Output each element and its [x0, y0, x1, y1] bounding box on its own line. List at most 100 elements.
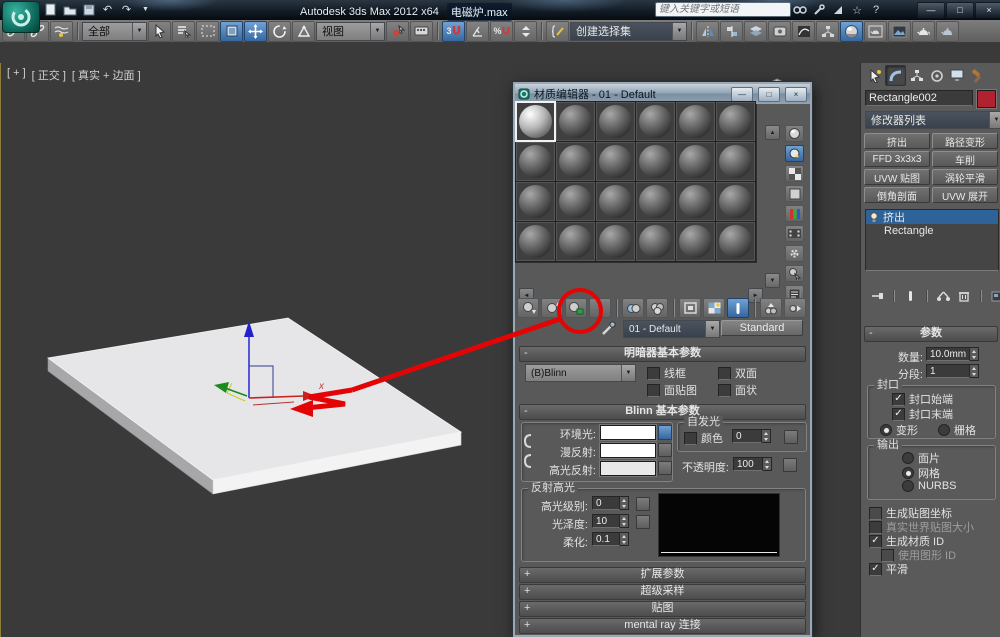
close-button[interactable]: × — [975, 2, 1000, 18]
show-end-result-icon[interactable] — [727, 298, 749, 318]
maps-rollout[interactable]: + 贴图 — [519, 601, 806, 617]
soften-spinner[interactable]: 0.1 — [592, 532, 629, 546]
sample-slot[interactable] — [675, 101, 716, 142]
opacity-spinner[interactable]: 100 — [733, 457, 772, 471]
search-input[interactable] — [655, 2, 791, 17]
dropdown-arrow-icon[interactable]: ▼ — [989, 112, 1000, 128]
nurbs-radio[interactable]: NURBS — [902, 480, 957, 492]
smooth-checkbox[interactable]: ✓ 平滑 — [869, 561, 908, 577]
help-icon[interactable]: ? — [868, 3, 884, 17]
go-to-parent-icon[interactable] — [760, 298, 782, 318]
opacity-map-button[interactable] — [783, 458, 797, 472]
object-color-swatch[interactable] — [977, 90, 996, 108]
self-illum-spinner[interactable]: 0 — [732, 429, 771, 443]
configure-modifier-sets-icon[interactable] — [989, 289, 1000, 303]
patch-radio[interactable]: 面片 — [902, 450, 940, 466]
supersampling-rollout[interactable]: + 超级采样 — [519, 584, 806, 600]
sample-slot[interactable] — [555, 101, 596, 142]
select-by-name-icon[interactable] — [172, 20, 195, 42]
undo-icon[interactable]: ↶ — [99, 2, 116, 17]
backlight-icon[interactable] — [785, 145, 804, 162]
sample-slot[interactable] — [515, 221, 556, 262]
tab-create-icon[interactable] — [865, 66, 884, 85]
sample-slot[interactable] — [595, 221, 636, 262]
sample-slot[interactable] — [635, 221, 676, 262]
cap-start-checkbox[interactable]: ✓ 封口始端 — [892, 391, 953, 407]
cap-end-checkbox[interactable]: ✓ 封口末端 — [892, 406, 953, 422]
sample-slot[interactable] — [515, 141, 556, 182]
material-type-button[interactable]: Standard — [721, 320, 803, 336]
favorites-star-icon[interactable]: ☆ — [849, 3, 865, 17]
bind-to-spacewarp-icon[interactable] — [50, 20, 73, 42]
put-material-to-scene-icon[interactable] — [541, 298, 563, 318]
make-unique-icon[interactable] — [622, 298, 644, 318]
new-scene-icon[interactable] — [42, 2, 59, 17]
two-sided-checkbox[interactable]: 双面 — [718, 365, 757, 381]
ambient-color-swatch[interactable] — [600, 425, 656, 440]
me-close-button[interactable]: × — [785, 86, 807, 102]
specular-level-map-button[interactable] — [636, 497, 650, 511]
dropdown-arrow-icon[interactable]: ▼ — [132, 22, 146, 40]
rendered-frame-window-icon[interactable] — [888, 20, 911, 42]
lightbulb-icon[interactable] — [869, 211, 879, 223]
self-illum-color-checkbox[interactable]: 颜色 — [684, 430, 723, 446]
sample-slot[interactable] — [595, 101, 636, 142]
sample-slot[interactable] — [715, 221, 756, 262]
pin-stack-icon[interactable] — [869, 289, 885, 303]
blinn-rollout-header[interactable]: - Blinn 基本参数 — [519, 404, 806, 420]
named-selection-sets-dropdown[interactable]: 创建选择集 ▼ — [570, 21, 687, 41]
sample-uv-tiling-icon[interactable] — [785, 185, 804, 202]
tab-modify-icon[interactable] — [885, 65, 906, 86]
sample-slot[interactable] — [675, 221, 716, 262]
select-object-icon[interactable] — [148, 20, 171, 42]
sample-slot[interactable] — [555, 141, 596, 182]
modifier-button-bevelprofile[interactable]: 倒角剖面 — [864, 187, 930, 203]
background-checker-icon[interactable] — [785, 165, 804, 182]
percent-snap-icon[interactable]: % — [490, 20, 513, 42]
redo-icon[interactable]: ↷ — [118, 2, 135, 17]
modifier-button-unwrapuvw[interactable]: UVW 展开 — [932, 187, 998, 203]
show-map-in-viewport-icon[interactable] — [703, 298, 725, 318]
tab-display-icon[interactable] — [947, 66, 966, 85]
sample-slot[interactable] — [595, 141, 636, 182]
sample-slot-selected[interactable] — [515, 101, 556, 142]
put-to-library-icon[interactable] — [646, 298, 668, 318]
sample-slot[interactable] — [715, 101, 756, 142]
maximize-button[interactable]: □ — [946, 2, 974, 18]
reference-coordsys-dropdown[interactable]: 视图 ▼ — [316, 21, 385, 41]
rectangular-selection-region-icon[interactable] — [196, 20, 219, 42]
tab-hierarchy-icon[interactable] — [907, 66, 926, 85]
specular-color-swatch[interactable] — [600, 461, 656, 476]
save-file-icon[interactable] — [80, 2, 97, 17]
sample-slot[interactable] — [675, 141, 716, 182]
curve-editor-icon[interactable] — [792, 20, 815, 42]
select-and-manipulate-icon[interactable] — [386, 20, 409, 42]
modifier-button-ffd[interactable]: FFD 3x3x3 — [864, 151, 930, 167]
pick-material-eyedropper-icon[interactable] — [601, 320, 617, 339]
remove-modifier-icon[interactable] — [956, 289, 972, 303]
application-menu-button[interactable] — [2, 1, 40, 33]
video-color-check-icon[interactable] — [785, 205, 804, 222]
mental-ray-rollout[interactable]: + mental ray 连接 — [519, 618, 806, 634]
graphite-ribbon-icon[interactable] — [768, 20, 791, 42]
dropdown-arrow-icon[interactable]: ▼ — [370, 22, 384, 40]
slots-scroll-down-icon[interactable]: ▼ — [765, 273, 780, 288]
faceted-checkbox[interactable]: 面状 — [718, 382, 757, 398]
face-map-checkbox[interactable]: 面贴图 — [647, 382, 697, 398]
schematic-view-icon[interactable] — [816, 20, 839, 42]
self-illum-map-button[interactable] — [784, 430, 798, 444]
diffuse-color-swatch[interactable] — [600, 443, 656, 458]
lock-colors-icon[interactable] — [658, 425, 672, 440]
select-and-move-icon[interactable] — [244, 20, 267, 42]
sample-slot[interactable] — [595, 181, 636, 222]
stack-item-extrude[interactable]: 挤出 — [866, 210, 998, 224]
qat-dropdown-icon[interactable]: ▼ — [137, 2, 154, 17]
tab-motion-icon[interactable] — [927, 66, 946, 85]
go-forward-to-sibling-icon[interactable] — [784, 298, 806, 318]
modifier-button-turbosmooth[interactable]: 涡轮平滑 — [932, 169, 998, 185]
snap-toggle-3d-icon[interactable]: 3 — [442, 20, 465, 42]
window-crossing-icon[interactable] — [220, 20, 243, 42]
reset-map-icon[interactable]: × — [589, 298, 611, 318]
material-editor-icon[interactable] — [840, 20, 863, 42]
extruded-plane-object[interactable] — [47, 317, 463, 495]
